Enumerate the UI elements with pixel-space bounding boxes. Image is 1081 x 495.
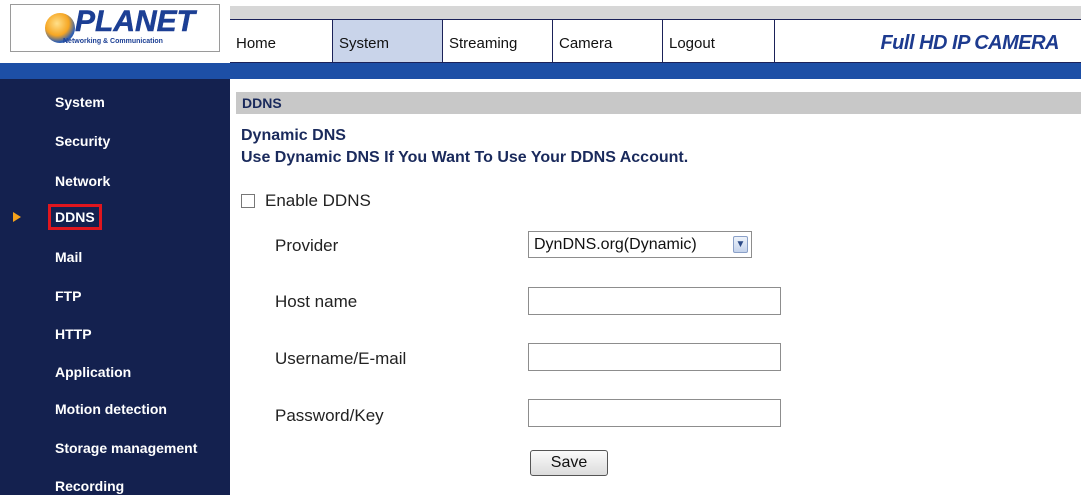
password-input[interactable] xyxy=(528,399,781,427)
sidebar-item-mail[interactable]: Mail xyxy=(55,249,82,265)
page-heading: Dynamic DNS xyxy=(241,127,346,144)
header-divider xyxy=(0,63,1081,79)
provider-label: Provider xyxy=(275,236,339,255)
logo-text: PLANET xyxy=(75,5,196,39)
tab-system[interactable]: System xyxy=(333,20,443,62)
tab-streaming[interactable]: Streaming xyxy=(443,20,553,62)
product-brand: Full HD IP CAMERA xyxy=(880,32,1059,54)
sidebar-item-application[interactable]: Application xyxy=(55,364,131,380)
tab-camera[interactable]: Camera xyxy=(553,20,663,62)
hostname-label: Host name xyxy=(275,292,358,311)
hostname-input[interactable] xyxy=(528,287,781,315)
chevron-down-icon[interactable]: ▼ xyxy=(733,236,748,253)
logo-subtitle: Networking & Communication xyxy=(63,38,163,45)
username-input[interactable] xyxy=(528,343,781,371)
sidebar-item-motion-detection[interactable]: Motion detection xyxy=(55,401,167,417)
provider-select-value: DynDNS.org(Dynamic) xyxy=(534,236,697,253)
sidebar-item-security[interactable]: Security xyxy=(55,133,110,149)
top-navbar: Home System Streaming Camera Logout Full… xyxy=(230,19,1081,63)
page-description: Use Dynamic DNS If You Want To Use Your … xyxy=(241,149,689,166)
provider-select[interactable]: DynDNS.org(Dynamic) ▼ xyxy=(528,231,752,258)
sidebar-item-recording[interactable]: Recording xyxy=(55,478,124,494)
save-button[interactable]: Save xyxy=(530,450,608,476)
section-title-bar: DDNS xyxy=(236,92,1081,114)
password-label: Password/Key xyxy=(275,406,384,425)
sidebar-item-ddns[interactable]: DDNS xyxy=(48,204,102,230)
sidebar-item-network[interactable]: Network xyxy=(55,173,110,189)
sidebar-item-ftp[interactable]: FTP xyxy=(55,288,81,304)
sidebar: System Security Network DDNS Mail FTP HT… xyxy=(0,79,230,495)
enable-ddns-label: Enable DDNS xyxy=(265,191,371,210)
sidebar-item-storage-management[interactable]: Storage management xyxy=(55,440,197,456)
selected-arrow-icon xyxy=(13,212,21,222)
planet-logo: PLANET Networking & Communication xyxy=(10,4,220,52)
tab-home[interactable]: Home xyxy=(230,20,333,62)
tab-logout[interactable]: Logout xyxy=(663,20,775,62)
enable-ddns-checkbox[interactable] xyxy=(241,194,255,208)
top-strip xyxy=(230,0,1081,19)
sidebar-item-http[interactable]: HTTP xyxy=(55,326,92,342)
logo-area: PLANET Networking & Communication xyxy=(0,0,230,63)
sidebar-item-system[interactable]: System xyxy=(55,94,105,110)
username-label: Username/E-mail xyxy=(275,349,407,368)
